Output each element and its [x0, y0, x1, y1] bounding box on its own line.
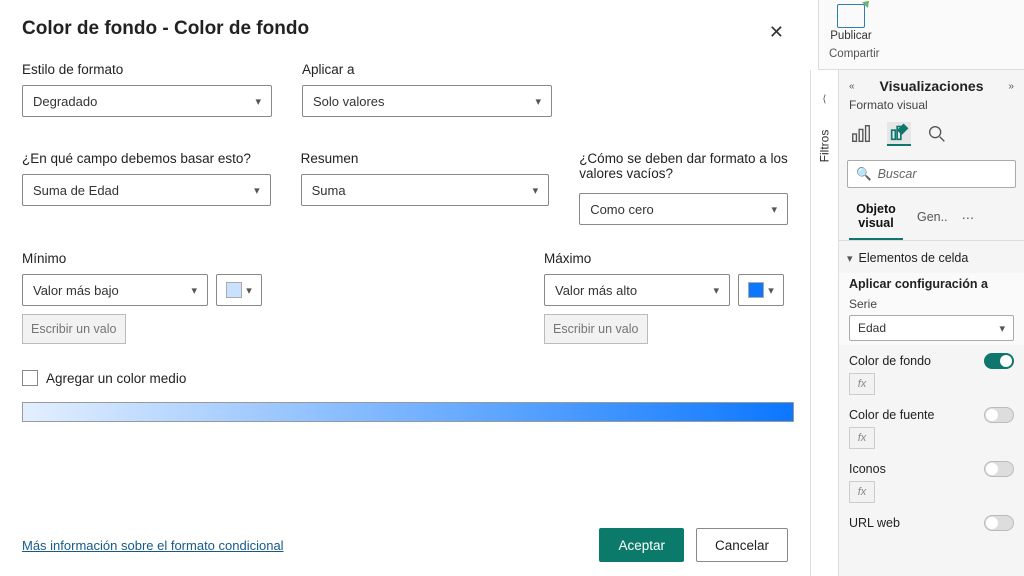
- empty-values-select[interactable]: Como cero ▾: [579, 193, 788, 225]
- cell-elements-group[interactable]: ▾ Elementos de celda: [839, 241, 1024, 273]
- filters-label: Filtros: [818, 130, 832, 163]
- chevron-down-icon: ▾: [254, 184, 260, 197]
- search-icon: 🔍: [856, 167, 872, 182]
- tab-more[interactable]: ⋯: [962, 204, 975, 233]
- apply-to-select[interactable]: Solo valores ▾: [302, 85, 552, 117]
- cancel-button[interactable]: Cancelar: [696, 528, 788, 562]
- format-visual-icon[interactable]: [887, 122, 911, 146]
- chevron-down-icon: ▾: [535, 95, 541, 108]
- chevron-down-icon: ▾: [771, 203, 777, 216]
- add-middle-color-label: Agregar un color medio: [46, 371, 186, 386]
- max-select[interactable]: Valor más alto ▾: [544, 274, 730, 306]
- min-value: Valor más bajo: [33, 283, 119, 298]
- format-style-select[interactable]: Degradado ▾: [22, 85, 272, 117]
- apply-to-value: Solo valores: [313, 94, 385, 109]
- format-style-label: Estilo de formato: [22, 62, 272, 77]
- analytics-icon[interactable]: [925, 122, 949, 146]
- max-color-swatch: [748, 282, 764, 298]
- format-style-value: Degradado: [33, 94, 97, 109]
- ribbon-fragment: Publicar Compartir: [818, 0, 1024, 70]
- summary-value: Suma: [312, 183, 346, 198]
- max-value-input[interactable]: [544, 314, 648, 344]
- min-value-input[interactable]: [22, 314, 126, 344]
- dialog-title: Color de fondo - Color de fondo: [22, 18, 788, 40]
- series-select[interactable]: Edad ▾: [849, 315, 1014, 341]
- summary-label: Resumen: [301, 151, 550, 166]
- publish-icon: [837, 4, 865, 28]
- expand-icon[interactable]: »: [1008, 81, 1014, 92]
- icons-toggle[interactable]: [984, 461, 1014, 477]
- font-fx-button[interactable]: fx: [849, 427, 875, 449]
- panel-subtitle: Formato visual: [839, 98, 1024, 118]
- empty-values-value: Como cero: [590, 202, 654, 217]
- bg-fx-button[interactable]: fx: [849, 373, 875, 395]
- tab-general[interactable]: Gen..: [917, 204, 948, 232]
- build-visual-icon[interactable]: [849, 122, 873, 146]
- base-field-label: ¿En qué campo debemos basar esto?: [22, 151, 271, 166]
- tab-visual[interactable]: Objeto visual: [849, 196, 903, 240]
- chevron-down-icon: ▾: [713, 284, 719, 297]
- chevron-down-icon: ▾: [999, 322, 1005, 335]
- visualizations-panel: « Visualizaciones » Formato visual 🔍 Bus…: [838, 70, 1024, 576]
- conditional-formatting-dialog: Color de fondo - Color de fondo ✕ Estilo…: [0, 0, 810, 576]
- icons-fx-button[interactable]: fx: [849, 481, 875, 503]
- chevron-down-icon: ▾: [533, 184, 539, 197]
- min-select[interactable]: Valor más bajo ▾: [22, 274, 208, 306]
- chevron-down-icon: ▾: [768, 284, 774, 297]
- prop-bg-label: Color de fondo: [849, 354, 931, 368]
- share-label: Compartir: [825, 48, 879, 60]
- expand-icon: ⟨: [823, 94, 827, 105]
- min-color-swatch: [226, 282, 242, 298]
- panel-title: Visualizaciones: [879, 78, 983, 94]
- apply-to-label: Aplicar a: [302, 62, 552, 77]
- base-field-select[interactable]: Suma de Edad ▾: [22, 174, 271, 206]
- min-color-picker[interactable]: ▾: [216, 274, 262, 306]
- summary-select[interactable]: Suma ▾: [301, 174, 550, 206]
- prop-url-label: URL web: [849, 516, 900, 530]
- series-label: Serie: [849, 297, 1014, 311]
- close-button[interactable]: ✕: [761, 18, 792, 47]
- max-label: Máximo: [544, 251, 794, 266]
- prop-icons-label: Iconos: [849, 462, 886, 476]
- chevron-down-icon: ▾: [246, 284, 252, 297]
- close-icon: ✕: [769, 22, 784, 42]
- empty-values-label: ¿Cómo se deben dar formato a los valores…: [579, 151, 788, 185]
- chevron-down-icon: ▾: [191, 284, 197, 297]
- max-color-picker[interactable]: ▾: [738, 274, 784, 306]
- filters-sidebar-collapsed[interactable]: ⟨ Filtros: [810, 70, 838, 576]
- chevron-down-icon: ▾: [847, 252, 853, 265]
- search-placeholder: Buscar: [878, 167, 917, 181]
- bg-color-toggle[interactable]: [984, 353, 1014, 369]
- accept-button[interactable]: Aceptar: [599, 528, 684, 562]
- base-field-value: Suma de Edad: [33, 183, 119, 198]
- chevron-down-icon: ▾: [255, 95, 261, 108]
- max-value: Valor más alto: [555, 283, 637, 298]
- add-middle-color-checkbox[interactable]: [22, 370, 38, 386]
- min-label: Mínimo: [22, 251, 272, 266]
- learn-more-link[interactable]: Más información sobre el formato condici…: [22, 538, 284, 553]
- apply-config-label: Aplicar configuración a: [849, 277, 1014, 291]
- prop-font-label: Color de fuente: [849, 408, 934, 422]
- search-input[interactable]: 🔍 Buscar: [847, 160, 1016, 188]
- font-color-toggle[interactable]: [984, 407, 1014, 423]
- gradient-preview: [22, 402, 794, 422]
- publish-button[interactable]: Publicar: [825, 4, 877, 42]
- url-toggle[interactable]: [984, 515, 1014, 531]
- collapse-icon[interactable]: «: [849, 81, 855, 92]
